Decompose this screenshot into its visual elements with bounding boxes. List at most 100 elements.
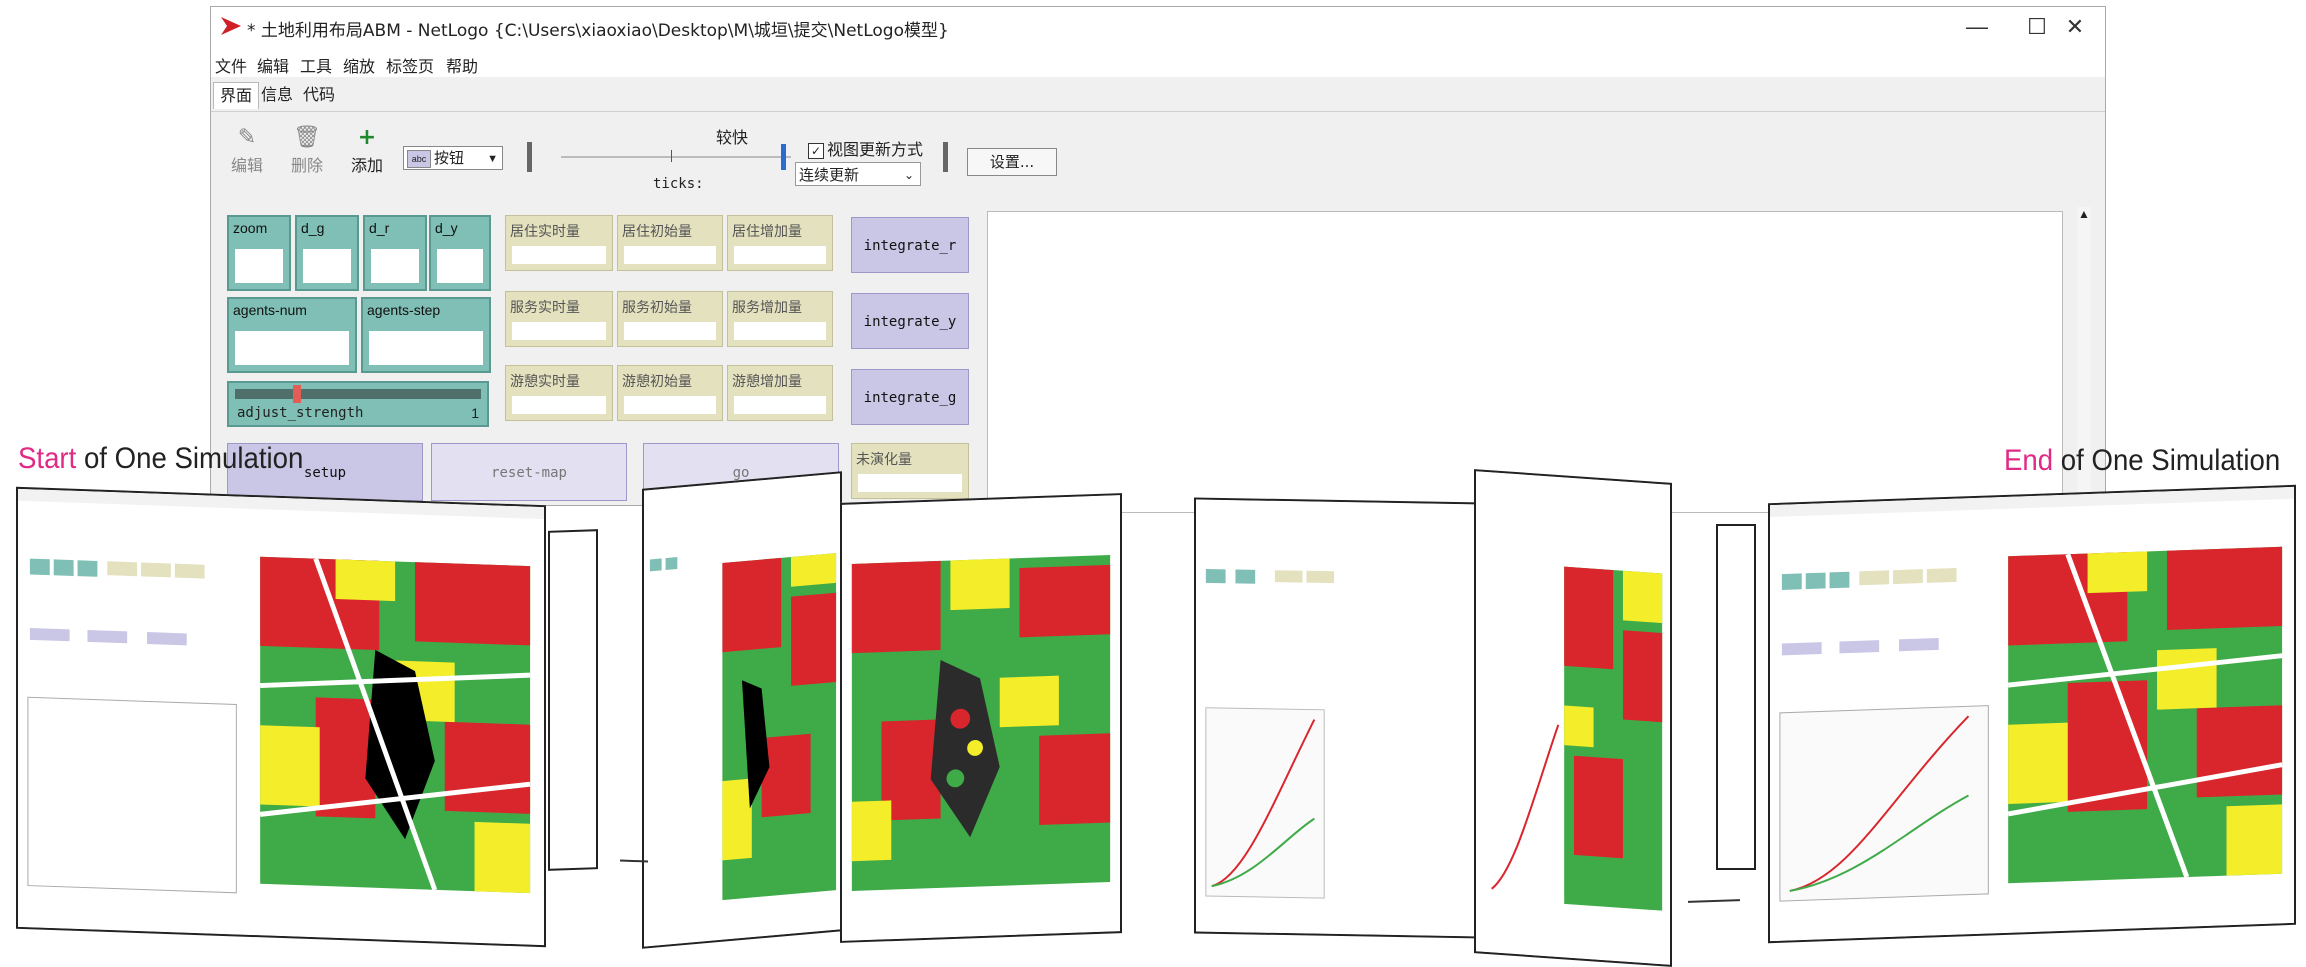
snapshot-late-image [1196, 499, 1482, 937]
monitor-label: 服务实时量 [510, 300, 580, 316]
speed-slider[interactable] [561, 156, 791, 158]
monitor-label: 服务增加量 [732, 300, 802, 316]
snapshot-frame-late [1194, 497, 1484, 939]
input-zoom[interactable]: zoom [227, 215, 291, 291]
pencil-icon: ✎ [237, 125, 257, 150]
menu-zoom[interactable]: 缩放 [343, 53, 375, 77]
snapshot-middle-image [644, 473, 840, 947]
update-mode-select[interactable]: 连续更新 ⌄ [795, 162, 921, 186]
widget-type-select[interactable]: abc 按钮 ▼ [403, 146, 503, 170]
integrate-g-button[interactable]: integrate_g [851, 369, 969, 425]
monitor-value [624, 246, 716, 264]
title-bar: * 土地利用布局ABM - NetLogo {C:\Users\xiaoxiao… [211, 7, 2105, 47]
slider-value: 1 [471, 405, 479, 421]
monitor-label: 游憩初始量 [622, 374, 692, 390]
monitor-recreation-now: 游憩实时量 [505, 365, 613, 421]
input-field[interactable] [235, 331, 349, 365]
toolbar: ✎ 编辑 🗑 删除 + 添加 abc 按钮 ▼ 较快 ticks: ✓ 视图更新方式 … [211, 111, 2105, 192]
monitor-label: 居住增加量 [732, 224, 802, 240]
snapshot-frame [548, 529, 598, 871]
monitor-value [734, 396, 826, 414]
plus-icon: + [357, 125, 377, 150]
input-field[interactable] [369, 331, 483, 365]
edit-button[interactable]: ✎ 编辑 [217, 124, 277, 176]
monitor-service-now: 服务实时量 [505, 291, 613, 347]
chevron-down-icon: ▼ [487, 153, 498, 165]
slider-knob[interactable] [292, 385, 301, 403]
input-field[interactable] [371, 249, 419, 283]
slider-label: adjust_strength [237, 405, 364, 421]
input-label: agents-step [367, 302, 441, 318]
update-mode-value: 连续更新 [799, 166, 860, 184]
monitor-unchanged: 未演化量 [851, 443, 969, 499]
snapshot-frame-late-2 [1474, 469, 1672, 967]
button-widget-icon: abc [407, 150, 431, 168]
input-agents-num[interactable]: agents-num [227, 297, 357, 373]
input-agents-step[interactable]: agents-step [361, 297, 491, 373]
view-update-checkbox[interactable]: ✓ 视图更新方式 [808, 136, 923, 160]
monitor-label: 居住实时量 [510, 224, 580, 240]
input-field[interactable] [437, 249, 483, 283]
arrow-connector [1687, 899, 1741, 903]
monitor-recreation-increase: 游憩增加量 [727, 365, 833, 421]
menu-help[interactable]: 帮助 [446, 53, 478, 77]
menu-tabs[interactable]: 标签页 [386, 53, 434, 77]
snapshot-end-image [1770, 486, 2294, 942]
tab-interface[interactable]: 界面 [213, 82, 260, 109]
menu-file[interactable]: 文件 [215, 53, 247, 77]
arrow-connector [619, 859, 649, 863]
start-caption-rest: of One Simulation [76, 442, 304, 475]
monitor-label: 未演化量 [856, 452, 912, 468]
monitor-label: 服务初始量 [622, 300, 692, 316]
monitor-label: 居住初始量 [622, 224, 692, 240]
reset-map-button[interactable]: reset-map [431, 443, 627, 501]
monitor-value [624, 396, 716, 414]
edit-label: 编辑 [230, 156, 263, 175]
netlogo-logo-icon [221, 17, 241, 35]
monitor-value [858, 474, 962, 492]
menu-edit[interactable]: 编辑 [257, 53, 289, 77]
monitor-service-initial: 服务初始量 [617, 291, 723, 347]
monitor-residential-increase: 居住增加量 [727, 215, 833, 271]
snapshot-start-image [18, 488, 544, 946]
delete-label: 删除 [290, 156, 323, 175]
monitor-value [624, 322, 716, 340]
speed-slider-knob[interactable] [781, 144, 786, 170]
start-caption: Start of One Simulation [18, 442, 303, 476]
widget-type-value: 按钮 [434, 150, 465, 167]
snapshot-late-2-image [1476, 471, 1670, 965]
input-field[interactable] [303, 249, 351, 283]
add-button[interactable]: + 添加 [337, 124, 397, 176]
menu-tools[interactable]: 工具 [300, 53, 332, 77]
settings-button[interactable]: 设置... [967, 148, 1057, 176]
tab-info[interactable]: 信息 [255, 82, 299, 108]
adjust-strength-slider[interactable]: adjust_strength 1 [227, 381, 489, 427]
window-title: * 土地利用布局ABM - NetLogo {C:\Users\xiaoxiao… [247, 21, 949, 41]
ticks-label: ticks: [653, 176, 704, 192]
delete-button[interactable]: 🗑 删除 [277, 124, 337, 176]
input-d-y[interactable]: d_y [429, 215, 491, 291]
end-caption-rest: of One Simulation [2053, 444, 2281, 477]
integrate-y-button[interactable]: integrate_y [851, 293, 969, 349]
start-highlight: Start [18, 442, 77, 475]
tab-code[interactable]: 代码 [297, 82, 341, 108]
input-d-r[interactable]: d_r [363, 215, 427, 291]
input-label: d_r [369, 220, 390, 236]
snapshot-evolving-image [842, 495, 1120, 941]
checkbox-checked-icon: ✓ [808, 143, 824, 159]
input-field[interactable] [235, 249, 283, 283]
minimize-icon[interactable]: — [1947, 7, 2007, 47]
input-d-g[interactable]: d_g [295, 215, 359, 291]
snapshot-frame-middle [642, 471, 842, 949]
integrate-r-button[interactable]: integrate_r [851, 217, 969, 273]
world-view[interactable] [987, 211, 2063, 513]
snapshot-frame [1716, 524, 1756, 870]
close-icon[interactable]: ✕ [2045, 7, 2105, 47]
monitor-residential-initial: 居住初始量 [617, 215, 723, 271]
speed-tick-mark [671, 150, 672, 162]
speed-label: 较快 [716, 128, 749, 147]
trash-icon: 🗑 [293, 125, 321, 150]
tab-bar: 界面 信息 代码 [211, 79, 2105, 109]
menu-bar: 文件 编辑 工具 缩放 标签页 帮助 [211, 47, 2105, 77]
input-label: agents-num [233, 302, 307, 318]
